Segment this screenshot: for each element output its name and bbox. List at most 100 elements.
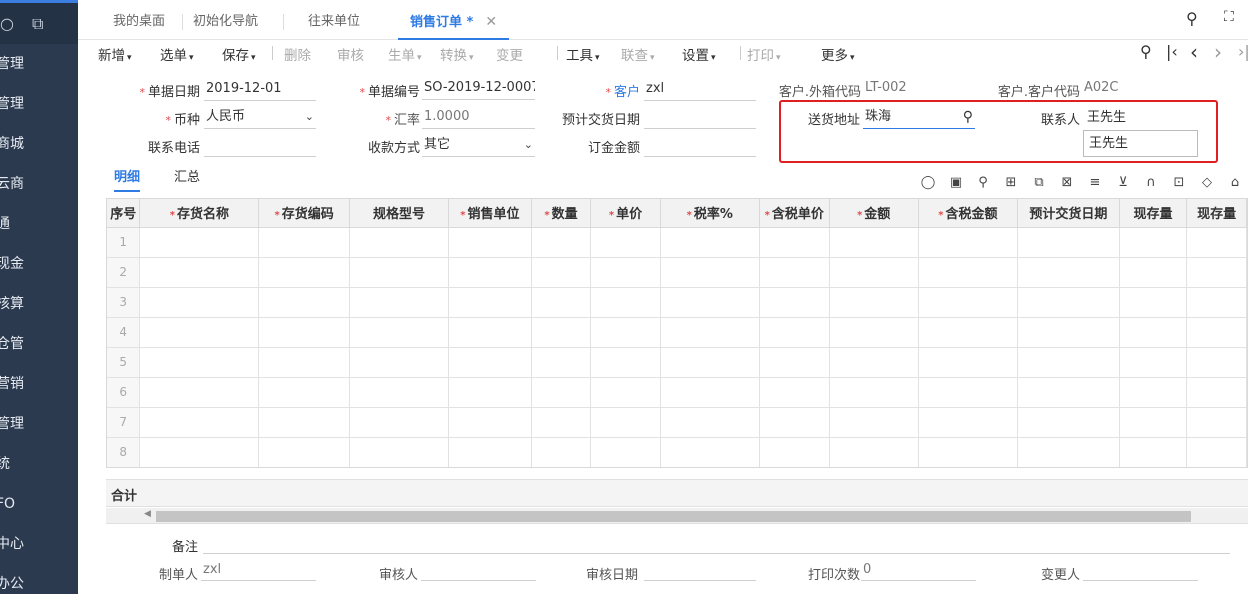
table-cell[interactable] — [1119, 227, 1188, 258]
toolbar-item[interactable]: 新增 ▾ — [98, 44, 132, 64]
column-header[interactable]: * 含税单价 — [759, 199, 830, 228]
column-header[interactable]: 预计交货日期 — [1017, 199, 1120, 228]
table-cell[interactable] — [759, 407, 830, 438]
tab-sales-order[interactable]: 销售订单 * ✕ — [398, 0, 510, 40]
table-cell[interactable] — [531, 227, 592, 258]
table-cell[interactable] — [759, 377, 830, 408]
deposit-field[interactable] — [644, 133, 756, 157]
toolbar-item[interactable]: 联查 ▾ — [621, 44, 655, 64]
toolbar-item[interactable]: 转换 ▾ — [440, 44, 474, 64]
bulb-icon[interactable]: ◯ — [919, 175, 937, 193]
sidebar-item[interactable]: 营销 — [0, 364, 78, 404]
last-record-icon[interactable]: ›| — [1238, 42, 1248, 61]
table-cell[interactable] — [448, 257, 532, 288]
next-record-icon[interactable]: › — [1214, 40, 1222, 64]
sidebar-item[interactable]: 办公 — [0, 564, 78, 594]
table-cell[interactable] — [660, 317, 760, 348]
table-cell[interactable] — [531, 257, 592, 288]
table-cell[interactable] — [258, 377, 350, 408]
split-icon[interactable]: ⊻ — [1114, 175, 1132, 193]
sidebar-item[interactable]: 通 — [0, 204, 78, 244]
table-cell[interactable] — [918, 347, 1019, 378]
sidebar-item[interactable]: 管理 — [0, 84, 78, 124]
table-cell[interactable] — [1119, 317, 1188, 348]
table-cell[interactable] — [258, 287, 350, 318]
scroll-left-icon[interactable]: ◀ — [144, 509, 151, 519]
table-cell[interactable] — [531, 347, 592, 378]
column-header[interactable]: * 含税金额 — [918, 199, 1019, 228]
table-cell[interactable] — [829, 347, 919, 378]
table-cell[interactable] — [829, 257, 919, 288]
table-cell[interactable] — [1017, 227, 1120, 258]
sidebar-item[interactable]: 仓管 — [0, 324, 78, 364]
table-cell[interactable] — [1017, 377, 1120, 408]
layout-icon[interactable]: ⊡ — [1170, 175, 1188, 193]
doc-date-field[interactable]: 2019-12-01 — [204, 77, 316, 101]
table-cell[interactable] — [258, 317, 350, 348]
table-cell[interactable] — [759, 257, 830, 288]
sidebar-item[interactable]: 管理 — [0, 44, 78, 84]
tab-init-nav[interactable]: 初始化导航 — [193, 0, 258, 40]
table-cell[interactable] — [448, 287, 532, 318]
table-cell[interactable] — [1186, 257, 1247, 288]
table-cell[interactable] — [1119, 437, 1188, 467]
table-cell[interactable] — [531, 437, 592, 467]
table-cell[interactable] — [1119, 377, 1188, 408]
payment-select[interactable]: 其它 ⌄ — [422, 133, 535, 157]
table-cell[interactable] — [448, 347, 532, 378]
table-cell[interactable] — [829, 287, 919, 318]
sidebar-item[interactable]: 管理 — [0, 404, 78, 444]
fullscreen-icon[interactable]: ⛶ — [1224, 9, 1234, 25]
location-icon[interactable]: ⚲ — [974, 175, 992, 193]
toolbar-item[interactable]: 删除 — [284, 44, 311, 64]
column-header[interactable]: 序号 — [107, 199, 141, 228]
sidebar-item[interactable]: 云商 — [0, 164, 78, 204]
column-header[interactable]: 现存量 — [1186, 199, 1247, 228]
table-cell[interactable] — [349, 407, 450, 438]
table-cell[interactable] — [660, 257, 760, 288]
table-cell[interactable] — [258, 257, 350, 288]
table-cell[interactable] — [349, 287, 450, 318]
delivery-date-field[interactable] — [644, 105, 756, 129]
sidebar-item[interactable]: 现金 — [0, 244, 78, 284]
table-cell[interactable] — [918, 377, 1019, 408]
address-field[interactable]: 珠海 ⚲ — [863, 105, 975, 129]
table-row[interactable]: 3 — [107, 287, 1247, 318]
find-doc-icon[interactable]: ⚲ — [1140, 42, 1152, 61]
table-cell[interactable] — [759, 437, 830, 467]
prev-record-icon[interactable]: ‹ — [1190, 40, 1198, 64]
table-cell[interactable] — [590, 407, 661, 438]
contact-field[interactable]: 王先生 — [1085, 106, 1195, 130]
lookup-icon[interactable]: ⚲ — [963, 105, 973, 128]
rate-field[interactable]: 1.0000 — [422, 105, 535, 129]
table-cell[interactable] — [139, 377, 260, 408]
table-cell[interactable] — [590, 257, 661, 288]
scan-icon[interactable]: ▣ — [947, 175, 965, 193]
column-header[interactable]: * 销售单位 — [448, 199, 532, 228]
table-cell[interactable] — [139, 287, 260, 318]
column-header[interactable]: * 税率% — [660, 199, 760, 228]
search-icon[interactable]: ○ — [0, 14, 14, 33]
table-cell[interactable] — [531, 377, 592, 408]
sidebar-item[interactable]: 统 — [0, 444, 78, 484]
column-header[interactable]: * 存货编码 — [258, 199, 350, 228]
table-cell[interactable] — [829, 437, 919, 467]
table-cell[interactable] — [660, 377, 760, 408]
column-header[interactable]: 规格型号 — [349, 199, 450, 228]
remark-field[interactable] — [203, 532, 1230, 554]
table-cell[interactable] — [918, 257, 1019, 288]
table-cell[interactable] — [349, 317, 450, 348]
table-cell[interactable] — [590, 347, 661, 378]
table-cell[interactable] — [448, 377, 532, 408]
table-cell[interactable] — [1186, 407, 1247, 438]
table-cell[interactable] — [590, 227, 661, 258]
table-cell[interactable] — [349, 377, 450, 408]
table-cell[interactable] — [258, 437, 350, 467]
table-cell[interactable] — [1017, 437, 1120, 467]
table-cell[interactable] — [139, 227, 260, 258]
table-cell[interactable] — [590, 437, 661, 467]
table-cell[interactable] — [139, 347, 260, 378]
customer-label[interactable]: * 客户 — [562, 81, 640, 100]
table-row[interactable]: 8 — [107, 437, 1247, 467]
toolbar-item[interactable]: 打印 ▾ — [747, 44, 781, 64]
